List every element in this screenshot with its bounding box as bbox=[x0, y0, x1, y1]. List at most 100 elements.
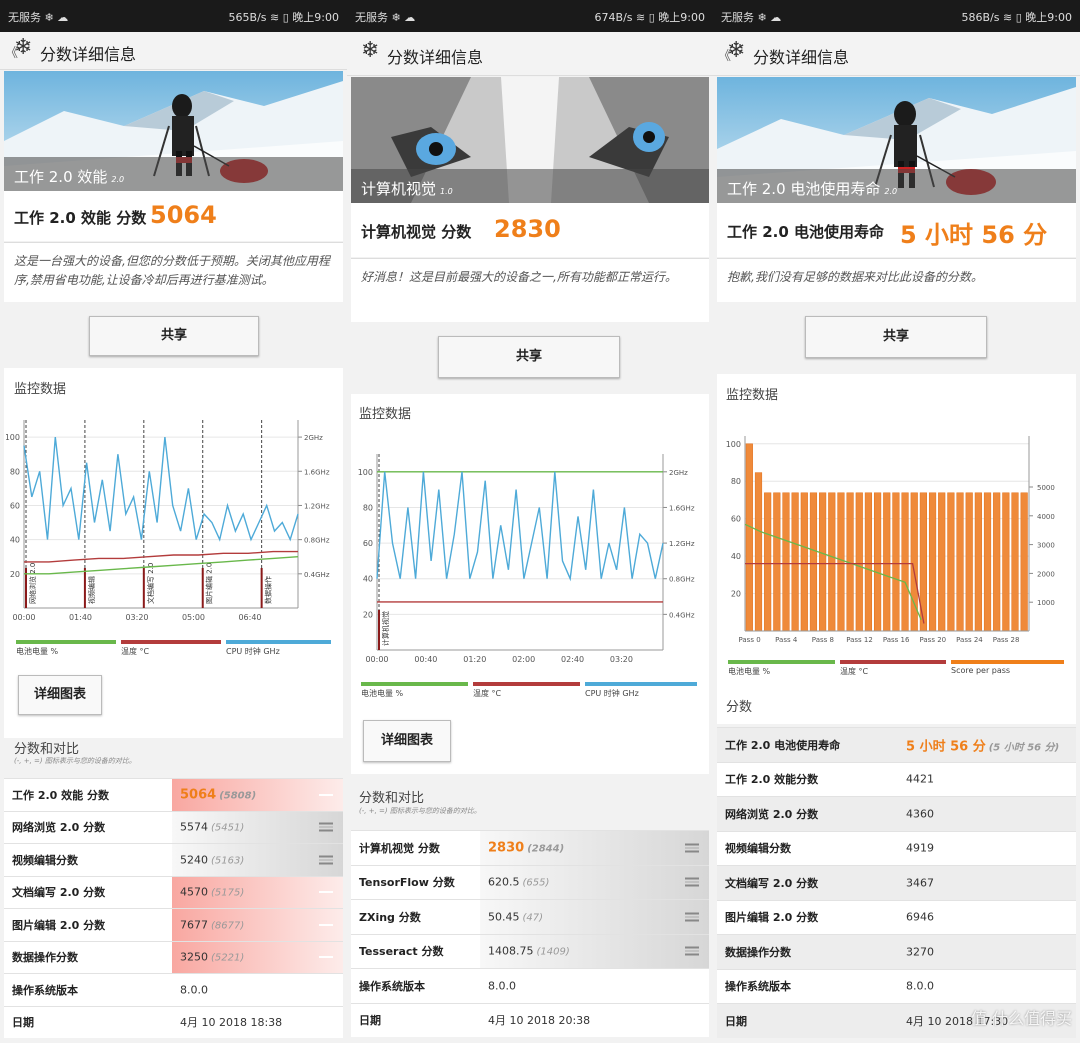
monitor-chart: 100 80 60 40 20 2GHz 1.6GHz 1.2GHz 0.8GHz 0.4GHz 0… bbox=[6, 410, 341, 632]
score-row[interactable]: 文档编写 2.0 分数 3467 bbox=[717, 865, 1076, 900]
legend-battery: 电池电量 % bbox=[728, 660, 835, 678]
score-row[interactable]: 图片编辑 2.0 分数 6946 bbox=[717, 899, 1076, 934]
score-bar bbox=[782, 492, 790, 632]
score-row[interactable]: 操作系统版本 8.0.0 bbox=[4, 973, 343, 1006]
monitor-title: 监控数据 bbox=[726, 388, 779, 403]
status-bar: 无服务 ❄ ☁ 674B/s ≋ ▯ 晚上9:00 bbox=[347, 0, 713, 32]
series-line-2 bbox=[23, 437, 299, 542]
score-row[interactable]: 操作系统版本 8.0.0 bbox=[351, 968, 709, 1003]
legend-battery: 电池电量 % bbox=[16, 640, 116, 658]
detail-chart-button[interactable]: 详细图表 bbox=[363, 720, 451, 762]
score-row[interactable]: 网络浏览 2.0 分数 5574 (5451) bbox=[4, 810, 343, 843]
title-bar: 《 ❄ 分数详细信息 bbox=[713, 32, 1080, 76]
row-reference-value: (2844) bbox=[527, 843, 565, 855]
y-right-tick-label: 2000 bbox=[1037, 570, 1055, 578]
page-title: 分数详细信息 bbox=[40, 45, 137, 64]
test-marker-label: 数据操作 bbox=[264, 576, 273, 604]
title-bar: ❄ 分数详细信息 bbox=[347, 32, 713, 76]
chart-legend: 电池电量 % 温度 °C CPU 时钟 GHz bbox=[16, 640, 331, 658]
detail-chart-button[interactable]: 详细图表 bbox=[18, 675, 102, 715]
score-bar bbox=[993, 492, 1001, 632]
score-row[interactable]: 视频编辑分数 5240 (5163) bbox=[4, 843, 343, 876]
y-left-tick-label: 60 bbox=[363, 539, 373, 548]
score-bar bbox=[892, 492, 900, 632]
row-label: 日期 bbox=[12, 1016, 34, 1030]
score-row[interactable]: TensorFlow 分数 620.5 (655) bbox=[351, 864, 709, 899]
score-row[interactable]: 计算机视觉 分数 2830 (2844) bbox=[351, 830, 709, 865]
row-label: 视频编辑分数 bbox=[725, 842, 791, 856]
row-value: 8.0.0 bbox=[906, 979, 934, 993]
score-row[interactable]: 文档编写 2.0 分数 4570 (5175) bbox=[4, 875, 343, 908]
row-label: 日期 bbox=[359, 1014, 381, 1028]
minus-icon bbox=[319, 891, 333, 894]
share-button[interactable]: 共享 bbox=[805, 316, 987, 358]
score-row[interactable]: 工作 2.0 效能分数 4421 bbox=[717, 761, 1076, 796]
y-right-tick-label: 1.2GHz bbox=[669, 540, 695, 548]
status-bar: 无服务 ❄ ☁ 586B/s ≋ ▯ 晚上9:00 bbox=[713, 0, 1080, 32]
score-row[interactable]: 日期 4月 10 2018 18:38 bbox=[4, 1005, 343, 1038]
score-label: 工作 2.0 电池使用寿命 bbox=[727, 223, 885, 241]
legend-temp: 温度 °C bbox=[840, 660, 946, 678]
row-label: 日期 bbox=[725, 1014, 747, 1028]
x-tick-label: Pass 16 bbox=[883, 636, 910, 644]
equal-icon bbox=[319, 855, 333, 865]
score-row[interactable]: 视频编辑分数 4919 bbox=[717, 830, 1076, 865]
panel-computer-vision: 无服务 ❄ ☁ 674B/s ≋ ▯ 晚上9:00 ❄ 分数详细信息 计算机视觉… bbox=[347, 0, 713, 1043]
row-value: 3270 bbox=[906, 945, 934, 959]
row-label: 网络浏览 2.0 分数 bbox=[12, 821, 106, 835]
score-bar bbox=[983, 492, 992, 632]
compare-subtitle: (-, +, =) 图标表示与您的设备的对比。 bbox=[359, 807, 481, 815]
hero-caption: 工作 2.0 效能 2.0 bbox=[4, 157, 343, 191]
score-row[interactable]: 工作 2.0 效能 分数 5064 (5808) bbox=[4, 778, 343, 811]
score-bar bbox=[864, 492, 873, 632]
row-label: 图片编辑 2.0 分数 bbox=[12, 918, 106, 932]
score-row[interactable]: 数据操作分数 3270 bbox=[717, 934, 1076, 969]
legend-temp: 温度 °C bbox=[121, 640, 221, 658]
snowflake-icon: ❄ bbox=[14, 35, 33, 60]
share-button[interactable]: 共享 bbox=[438, 336, 620, 378]
y-left-tick-label: 80 bbox=[363, 503, 373, 512]
test-marker-label: 视频编辑 bbox=[87, 576, 96, 604]
row-label: 数据操作分数 bbox=[725, 945, 791, 959]
minus-icon bbox=[319, 923, 333, 926]
x-tick-label: Pass 24 bbox=[956, 636, 983, 644]
y-left-tick-label: 80 bbox=[10, 467, 20, 476]
row-label: ZXing 分数 bbox=[359, 910, 421, 924]
row-value: 4919 bbox=[906, 841, 934, 855]
score-row[interactable]: Tesseract 分数 1408.75 (1409) bbox=[351, 933, 709, 968]
status-left: 无服务 ❄ ☁ bbox=[721, 11, 782, 24]
x-tick-label: 00:00 bbox=[12, 613, 35, 622]
y-left-tick-label: 20 bbox=[363, 610, 373, 619]
hero-caption: 工作 2.0 电池使用寿命 2.0 bbox=[717, 169, 1076, 203]
x-tick-label: Pass 4 bbox=[775, 636, 798, 644]
score-row[interactable]: 工作 2.0 电池使用寿命 5 小时 56 分 (5 小时 56 分) bbox=[717, 727, 1076, 762]
score-bar bbox=[819, 492, 827, 632]
row-label: 图片编辑 2.0 分数 bbox=[725, 911, 819, 925]
score-row[interactable]: 网络浏览 2.0 分数 4360 bbox=[717, 796, 1076, 831]
share-button[interactable]: 共享 bbox=[89, 316, 259, 356]
score-card: 工作 2.0 效能 分数 5064 bbox=[4, 191, 343, 241]
benchmark-name: 工作 2.0 电池使用寿命 bbox=[727, 180, 881, 198]
score-row[interactable]: 数据操作分数 3250 (5221) bbox=[4, 940, 343, 973]
y-right-tick-label: 2GHz bbox=[304, 434, 323, 442]
score-value: 2830 bbox=[494, 215, 561, 243]
y-right-tick-label: 3000 bbox=[1037, 542, 1055, 550]
score-row[interactable]: 操作系统版本 8.0.0 bbox=[717, 968, 1076, 1003]
score-card: 计算机视觉 分数 2830 bbox=[351, 203, 709, 257]
score-row[interactable]: 日期 4月 10 2018 20:38 bbox=[351, 1002, 709, 1037]
y-right-tick-label: 1.6GHz bbox=[304, 468, 330, 476]
benchmark-version: 1.0 bbox=[440, 187, 453, 196]
panel-work-performance: 无服务 ❄ ☁ 565B/s ≋ ▯ 晚上9:00 《 ❄ 分数详细信息 工作 … bbox=[0, 0, 347, 1043]
status-right: 674B/s ≋ ▯ 晚上9:00 bbox=[594, 11, 705, 24]
row-label: 操作系统版本 bbox=[359, 979, 425, 993]
row-value: 4月 10 2018 18:38 bbox=[180, 1016, 283, 1030]
score-description: 好消息！这是目前最强大的设备之一,所有功能都正常运行。 bbox=[351, 258, 709, 322]
x-tick-label: 02:00 bbox=[512, 655, 535, 664]
score-row[interactable]: ZXing 分数 50.45 (47) bbox=[351, 899, 709, 934]
equal-icon bbox=[685, 877, 699, 887]
benchmark-version: 2.0 bbox=[111, 175, 125, 184]
row-value: 3467 bbox=[906, 876, 934, 890]
score-row[interactable]: 图片编辑 2.0 分数 7677 (8677) bbox=[4, 908, 343, 941]
legend-battery: 电池电量 % bbox=[361, 682, 468, 700]
score-bar bbox=[809, 492, 818, 632]
